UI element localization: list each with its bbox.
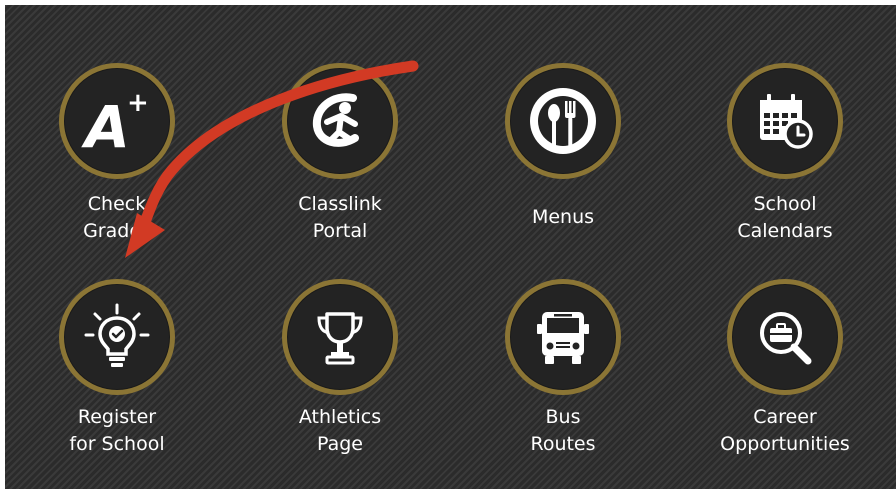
menus-label-line1: Menus	[531, 206, 595, 228]
check-grades-label: Check Grades	[17, 191, 217, 245]
athletics-page-label-line2: Page	[317, 433, 363, 455]
career-opportunities-label: Career Opportunities	[685, 404, 885, 458]
check-grades-label-line1: Check	[87, 193, 147, 215]
bus-routes-circle	[505, 279, 621, 395]
athletics-page-label-line1: Athletics	[298, 406, 382, 428]
bus-routes-tile[interactable]: Bus Routes	[463, 279, 663, 464]
menus-circle	[505, 63, 621, 179]
athletics-page-circle	[282, 279, 398, 395]
school-calendars-circle	[727, 63, 843, 179]
check-grades-circle: A +	[59, 63, 175, 179]
register-for-school-label-line2: for School	[69, 433, 165, 455]
classlink-portal-label-line2: Portal	[312, 220, 368, 242]
register-for-school-label-line1: Register	[77, 406, 157, 428]
bus-routes-label: Bus Routes	[463, 404, 663, 458]
classlink-logo-icon	[312, 93, 359, 147]
career-opportunities-circle	[727, 279, 843, 395]
classlink-portal-tile[interactable]: Classlink Portal	[240, 63, 440, 248]
calendar-clock-icon	[760, 94, 813, 149]
menus-label: Menus	[463, 204, 663, 231]
bus-routes-label-line2: Routes	[530, 433, 596, 455]
athletics-page-label: Athletics Page	[240, 404, 440, 458]
svg-text:+: +	[127, 88, 149, 118]
menus-tile[interactable]: Menus	[463, 63, 663, 248]
check-grades-label-line2: Grades	[83, 220, 151, 242]
school-calendars-label-line2: Calendars	[737, 220, 833, 242]
career-opportunities-tile[interactable]: Career Opportunities	[685, 279, 885, 464]
briefcase-search-icon	[760, 312, 812, 365]
school-calendars-label: School Calendars	[685, 191, 885, 245]
school-calendars-tile[interactable]: School Calendars	[685, 63, 885, 248]
bus-routes-label-line1: Bus	[545, 406, 581, 428]
classlink-portal-label-line1: Classlink	[298, 193, 382, 215]
athletics-page-tile[interactable]: Athletics Page	[240, 279, 440, 464]
classlink-portal-label: Classlink Portal	[240, 191, 440, 245]
plate-fork-spoon-icon	[530, 88, 596, 154]
career-opportunities-label-line1: Career	[753, 406, 817, 428]
career-opportunities-label-line2: Opportunities	[720, 433, 850, 455]
a-plus-icon: A +	[81, 88, 149, 161]
school-calendars-label-line1: School	[753, 193, 817, 215]
register-for-school-label: Register for School	[17, 404, 217, 458]
bus-icon	[537, 312, 589, 364]
register-for-school-tile[interactable]: Register for School	[17, 279, 217, 464]
check-grades-tile[interactable]: A + Check Grades	[17, 63, 217, 248]
trophy-icon	[317, 312, 363, 365]
classlink-portal-circle	[282, 63, 398, 179]
lightbulb-check-icon	[84, 303, 150, 367]
svg-text:A: A	[81, 93, 130, 161]
register-for-school-circle	[59, 279, 175, 395]
